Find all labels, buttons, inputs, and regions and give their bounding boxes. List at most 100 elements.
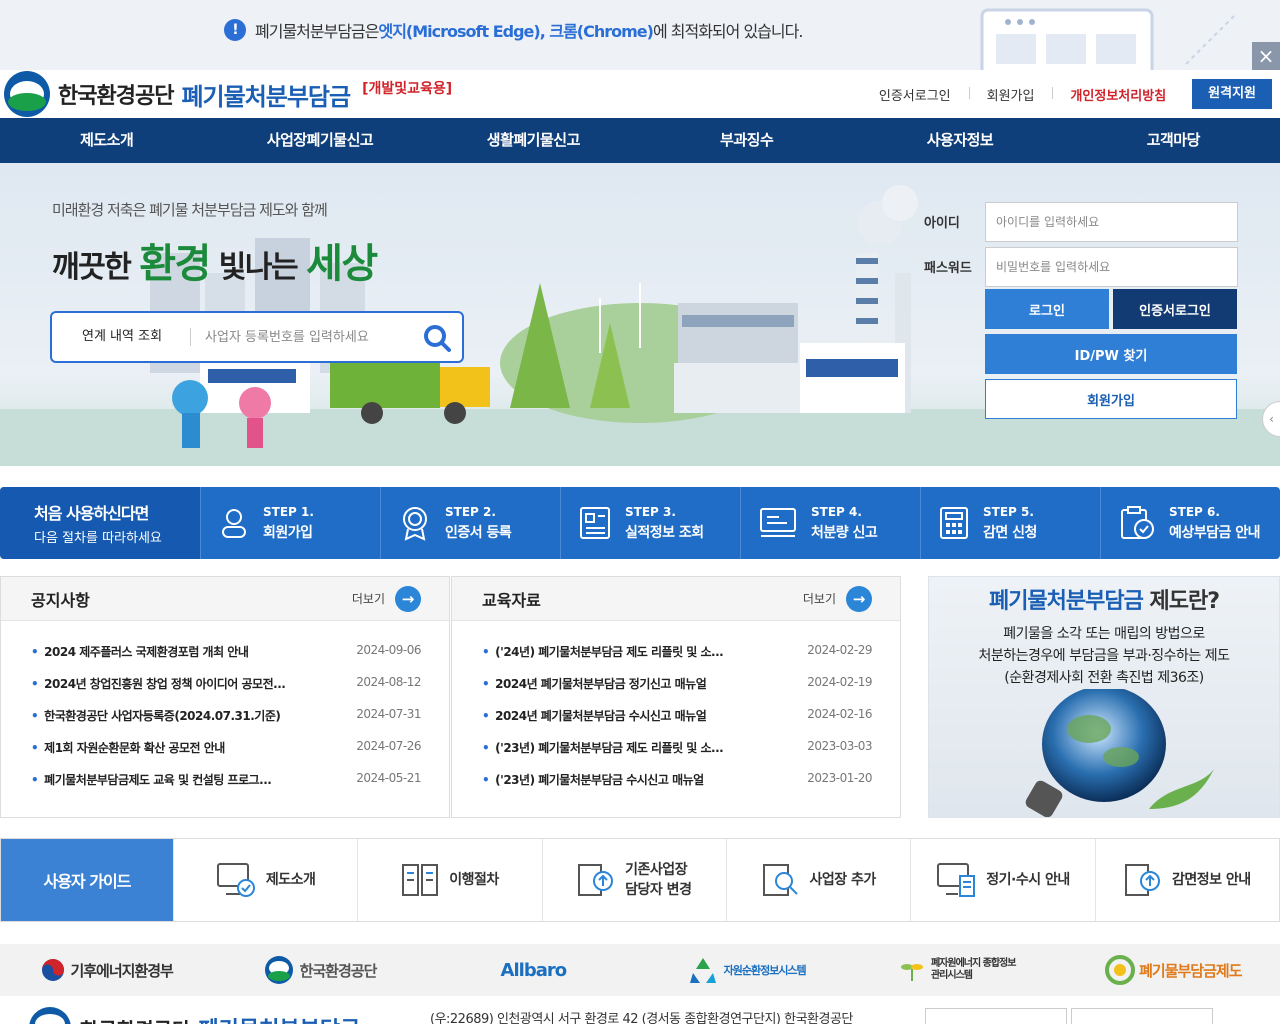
site-header: 한국환경공단 폐기물처분부담금 [개발및교육용] 인증서로그인 회원가입 개인정… [0, 70, 1280, 118]
guide-system-intro[interactable]: 제도소개 [173, 839, 358, 921]
monitor-document-icon [937, 863, 976, 897]
cert-login-button[interactable]: 인증서로그인 [1113, 289, 1237, 329]
guide-procedure[interactable]: 이행절차 [357, 839, 542, 921]
step-join[interactable]: STEP 1. 회원가입 [200, 487, 380, 559]
notice-board: 공지사항 더보기→ 2024 제주플러스 국제환경포럼 개최 안내2024-09… [0, 576, 450, 818]
find-id-pw-button[interactable]: ID/PW 찾기 [985, 334, 1237, 374]
sprout-icon [900, 964, 923, 981]
browser-illustration [980, 8, 1237, 70]
close-icon[interactable]: × [1252, 42, 1280, 70]
step-cert-register[interactable]: STEP 2. 인증서 등록 [380, 487, 560, 559]
user-guide-title: 사용자 가이드 [1, 839, 173, 921]
remote-support-button[interactable]: 원격지원 [1192, 79, 1272, 109]
id-input[interactable] [985, 201, 1238, 242]
certificate-badge-icon [403, 507, 427, 541]
levy-logo-icon [1105, 955, 1136, 985]
service-name: 폐기물처분부담금 [181, 82, 351, 111]
nav-system-intro[interactable]: 제도소개 [0, 118, 213, 163]
keco-logo-icon [264, 956, 293, 984]
join-button[interactable]: 회원가입 [985, 379, 1237, 419]
family-site-select[interactable] [925, 1008, 1067, 1024]
document-table-icon [580, 507, 610, 539]
id-row: 아이디 [924, 199, 1244, 244]
list-item[interactable]: 한국환경공단 사업자등록증(2024.07.31.기준)2024-07-31 [31, 707, 421, 739]
hero-banner: 미래환경 저축은 폐기물 처분부담금 제도와 함께 깨끗한 환경 빛나는 세상 … [0, 163, 1280, 466]
guide-reduction-info[interactable]: 감면정보 안내 [1094, 839, 1279, 921]
list-item[interactable]: ('24년) 폐기물처분부담금 제도 리플릿 및 소...2024-02-29 [482, 643, 872, 675]
related-site-select[interactable] [1071, 1008, 1213, 1024]
password-input[interactable] [985, 246, 1238, 287]
about-system-panel[interactable]: 폐기물처분부담금 제도란? 폐기물을 소각 또는 매립의 방법으로 처분하는경우… [928, 576, 1280, 818]
list-item[interactable]: 2024 제주플러스 국제환경포럼 개최 안내2024-09-06 [31, 643, 421, 675]
join-link[interactable]: 회원가입 [968, 85, 1053, 104]
list-item[interactable]: 폐기물처분부담금제도 교육 및 컨설팅 프로그...2024-05-21 [31, 771, 421, 803]
utility-links: 인증서로그인 회원가입 개인정보처리방침 원격지원 [861, 70, 1280, 118]
notice-board-title: 공지사항 [31, 590, 90, 610]
guide-manager-change[interactable]: 기존사업장 담당자 변경 [541, 839, 726, 921]
partner-keco[interactable]: 한국환경공단 [213, 955, 426, 985]
mode-badge: [개발및교육용] [362, 81, 453, 97]
calculator-icon [940, 507, 968, 539]
hero-headline: 깨끗한 환경 빛나는 세상 [52, 241, 378, 287]
business-number-input[interactable] [205, 329, 406, 345]
list-item[interactable]: ('23년) 폐기물처분부담금 수시신고 매뉴얼2023-01-20 [482, 771, 872, 803]
keco-logo-icon [29, 1007, 71, 1024]
site-logo[interactable]: 한국환경공단 폐기물처분부담금 [개발및교육용] [4, 70, 452, 118]
partner-links: 기후에너지환경부 한국환경공단 Allbaro 자원순환정보시스템 폐자원에너지… [0, 944, 1280, 996]
education-board: 교육자료 더보기→ ('24년) 폐기물처분부담금 제도 리플릿 및 소...2… [451, 576, 901, 818]
document-upload-icon [1124, 864, 1160, 896]
org-name: 한국환경공단 [58, 84, 174, 109]
list-item[interactable]: 제1회 자원순환문화 확산 공모전 안내2024-07-26 [31, 739, 421, 771]
step-disposal-report[interactable]: STEP 4. 처분량 신고 [740, 487, 920, 559]
privacy-policy-link[interactable]: 개인정보처리방침 [1052, 85, 1184, 104]
list-item[interactable]: ('23년) 폐기물처분부담금 제도 리플릿 및 소...2023-03-03 [482, 739, 872, 771]
main-navigation: 제도소개 사업장폐기물신고 생활폐기물신고 부과징수 사용자정보 고객마당 [0, 118, 1280, 163]
search-icon[interactable] [422, 323, 452, 353]
guide-add-site[interactable]: 사업장 추가 [725, 839, 911, 921]
taegeuk-logo-icon [42, 959, 65, 981]
nav-levy-collection[interactable]: 부과징수 [640, 118, 853, 163]
user-icon [222, 509, 246, 538]
browser-names: 엣지(Microsoft Edge), 크롬(Chrome) [378, 22, 653, 41]
linkage-search-box: 연계 내역 조회 [50, 311, 464, 363]
footer-logo: 한국환경공단 폐기물처분부담금 [28, 1006, 360, 1024]
list-item[interactable]: 2024년 폐기물처분부담금 정기신고 매뉴얼2024-02-19 [482, 675, 872, 707]
partner-levy-system[interactable]: 폐기물부담금제도 [1067, 955, 1280, 985]
nav-household-waste-report[interactable]: 생활폐기물신고 [427, 118, 640, 163]
arrow-right-icon: → [846, 585, 872, 612]
login-form: 아이디 패스워드 [924, 199, 1244, 289]
step-performance-lookup[interactable]: STEP 3. 실적정보 조회 [560, 487, 740, 559]
site-footer: 한국환경공단 폐기물처분부담금 (우:22689) 인천광역시 서구 환경로 4… [0, 996, 1280, 1024]
recycle-icon [689, 958, 716, 983]
education-board-title: 교육자료 [482, 590, 541, 610]
partner-allbaro[interactable]: Allbaro [427, 960, 640, 981]
list-item[interactable]: 2024년 폐기물처분부담금 수시신고 매뉴얼2024-02-16 [482, 707, 872, 739]
password-label: 패스워드 [924, 261, 972, 276]
exclamation-icon: ! [224, 19, 246, 41]
earth-lightbulb-image [1025, 689, 1214, 817]
monitor-report-icon [760, 508, 796, 537]
cert-login-link[interactable]: 인증서로그인 [861, 85, 969, 104]
open-book-icon [402, 864, 439, 896]
arrow-right-icon: → [395, 585, 421, 612]
step-expected-charge[interactable]: STEP 6. 예상부담금 안내 [1100, 487, 1280, 559]
guide-regular-occasional[interactable]: 정기·수시 안내 [910, 839, 1095, 921]
list-item[interactable]: 2024년 창업진흥원 창업 정책 아이디어 공모전...2024-08-12 [31, 675, 421, 707]
partner-resource-system[interactable]: 자원순환정보시스템 [640, 955, 853, 985]
document-search-icon [762, 864, 798, 896]
getting-started-steps: 처음 사용하신다면 다음 절차를 따라하세요 STEP 1. 회원가입 STEP … [0, 487, 1280, 559]
step-reduction-apply[interactable]: STEP 5. 감면 신청 [920, 487, 1100, 559]
steps-intro: 처음 사용하신다면 다음 절차를 따라하세요 [0, 487, 200, 559]
notice-more-link[interactable]: 더보기 → [352, 585, 421, 612]
partner-waste-energy-system[interactable]: 폐자원에너지 종합정보관리시스템 [853, 957, 1066, 983]
nav-customer-center[interactable]: 고객마당 [1067, 118, 1280, 163]
hero-subtitle: 미래환경 저축은 폐기물 처분부담금 제도와 함께 [52, 201, 328, 219]
education-more-link[interactable]: 더보기 → [803, 585, 872, 612]
partner-ministry[interactable]: 기후에너지환경부 [0, 957, 213, 983]
password-row: 패스워드 [924, 244, 1244, 289]
nav-business-waste-report[interactable]: 사업장폐기물신고 [213, 118, 426, 163]
nav-user-info[interactable]: 사용자정보 [853, 118, 1066, 163]
education-list: ('24년) 폐기물처분부담금 제도 리플릿 및 소...2024-02-29 … [452, 621, 900, 803]
login-button[interactable]: 로그인 [985, 289, 1109, 329]
document-upload-icon [578, 864, 614, 896]
